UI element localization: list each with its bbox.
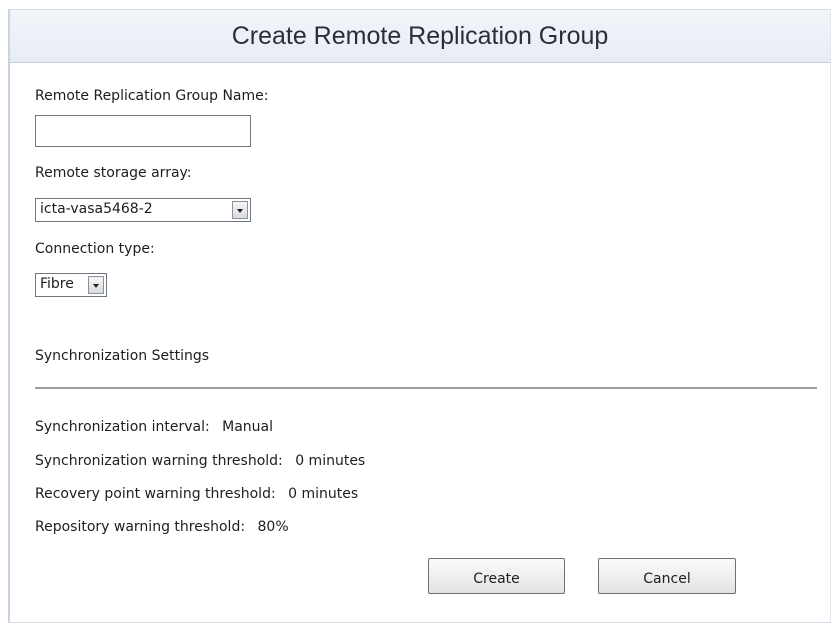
create-button[interactable]: Create bbox=[428, 558, 565, 594]
sync-interval-label: Synchronization interval: bbox=[35, 419, 210, 435]
remote-array-select[interactable]: icta-vasa5468-2 bbox=[35, 198, 251, 222]
group-name-input[interactable] bbox=[35, 115, 251, 147]
dialog-title-bar: Create Remote Replication Group bbox=[10, 10, 830, 63]
connection-type-selected-value: Fibre bbox=[40, 276, 74, 292]
sync-interval-row: Synchronization interval: Manual bbox=[35, 419, 273, 435]
connection-type-select[interactable]: Fibre bbox=[35, 273, 107, 297]
recovery-warning-row: Recovery point warning threshold: 0 minu… bbox=[35, 486, 358, 502]
dialog-title: Create Remote Replication Group bbox=[231, 22, 609, 50]
repository-warning-label: Repository warning threshold: bbox=[35, 519, 246, 535]
recovery-warning-label: Recovery point warning threshold: bbox=[35, 486, 276, 502]
sync-warning-value: 0 minutes bbox=[295, 453, 366, 469]
connection-type-label: Connection type: bbox=[35, 241, 155, 257]
sync-settings-heading: Synchronization Settings bbox=[35, 348, 210, 364]
create-remote-replication-group-dialog: Create Remote Replication Group Remote R… bbox=[8, 9, 831, 623]
repository-warning-row: Repository warning threshold: 80% bbox=[35, 519, 289, 535]
group-name-label: Remote Replication Group Name: bbox=[35, 88, 269, 104]
chevron-down-icon[interactable] bbox=[232, 201, 248, 219]
remote-array-selected-value: icta-vasa5468-2 bbox=[40, 201, 153, 217]
repository-warning-value: 80% bbox=[257, 519, 289, 535]
cancel-button[interactable]: Cancel bbox=[598, 558, 736, 594]
sync-warning-label: Synchronization warning threshold: bbox=[35, 453, 283, 469]
section-divider bbox=[35, 387, 817, 389]
sync-interval-value: Manual bbox=[222, 419, 274, 435]
recovery-warning-value: 0 minutes bbox=[288, 486, 359, 502]
remote-array-label: Remote storage array: bbox=[35, 165, 192, 181]
sync-warning-row: Synchronization warning threshold: 0 min… bbox=[35, 453, 365, 469]
chevron-down-icon[interactable] bbox=[88, 276, 104, 294]
